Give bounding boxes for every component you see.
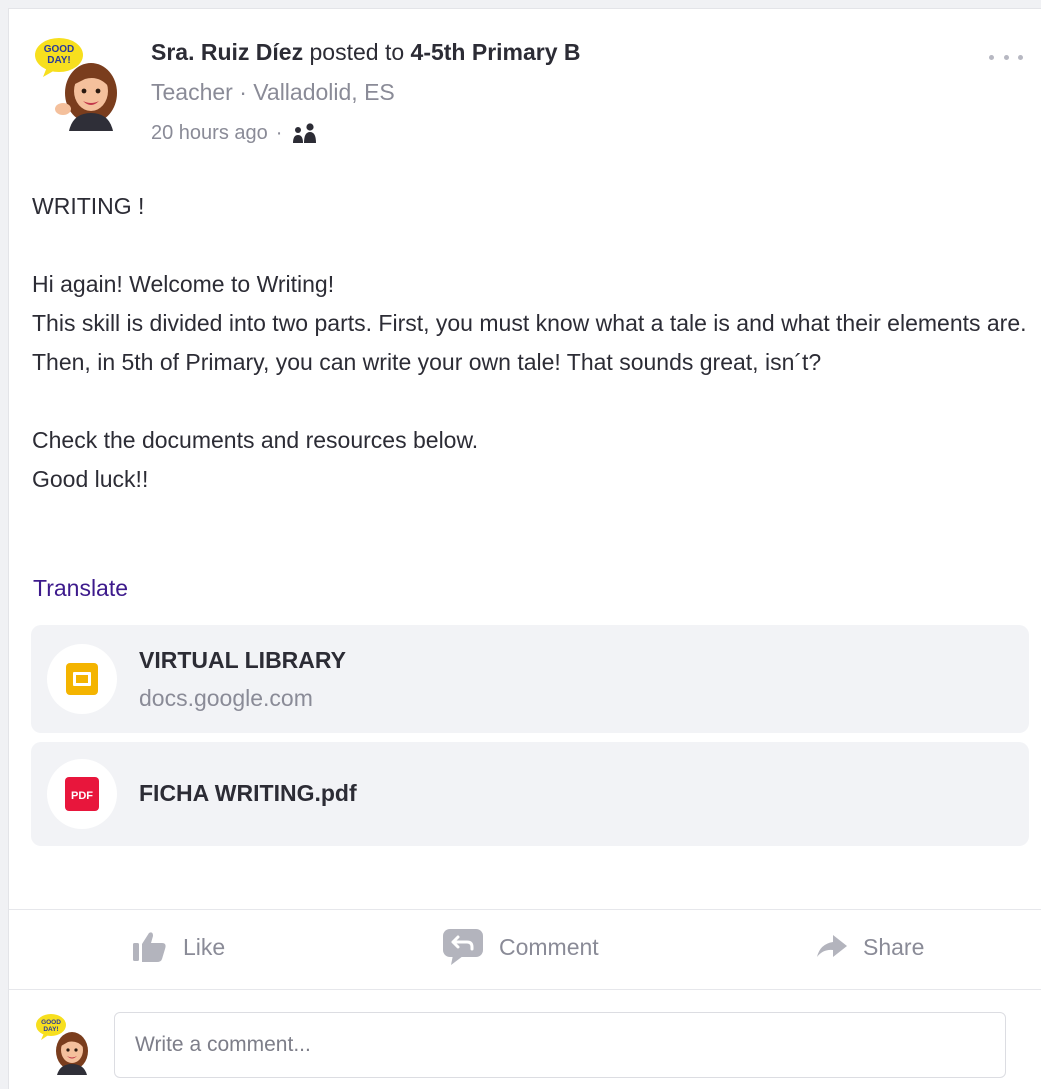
meta-separator: · [275, 121, 283, 144]
thumbs-up-icon [133, 932, 166, 962]
attachment-title: FICHA WRITING.pdf [139, 780, 357, 806]
post-author-line: Sra. Ruiz Díez posted to 4-5th Primary B [151, 39, 581, 66]
author-avatar[interactable]: GOOD DAY! [33, 35, 125, 131]
more-dot-icon [1018, 54, 1023, 60]
more-dot-icon [1003, 54, 1009, 60]
group-audience-icon [293, 123, 317, 143]
group-name[interactable]: 4-5th Primary B [411, 39, 581, 65]
post-actions-bar: Like Comment Share [9, 909, 1041, 989]
attachment-domain: docs.google.com [139, 685, 313, 711]
like-button[interactable]: Like [133, 927, 225, 967]
author-subtitle: Teacher · Valladolid, ES [151, 79, 395, 105]
post-time[interactable]: 20 hours ago [151, 122, 268, 145]
attachment-virtual-library[interactable]: VIRTUAL LIBRARY docs.google.com [31, 625, 1029, 733]
post-body: WRITING ! Hi again! Welcome to Writing! … [32, 193, 1027, 492]
attachment-ficha-writing[interactable]: PDF FICHA WRITING.pdf [31, 742, 1029, 846]
attachment-icon-circle [47, 644, 117, 714]
posted-to-text: posted to [309, 39, 405, 65]
current-user-avatar: GOOD DAY! [36, 1014, 88, 1075]
share-button[interactable]: Share [817, 927, 924, 967]
more-dot-icon [989, 54, 994, 60]
share-arrow-icon [817, 935, 847, 957]
like-label: Like [183, 933, 226, 960]
avatar-badge-text-2: DAY! [47, 55, 71, 66]
small-avatar-badge-text-1: GOOD [41, 1019, 61, 1026]
comment-bubble-icon [443, 929, 483, 965]
attachment-title: VIRTUAL LIBRARY [139, 647, 346, 673]
post-header: GOOD DAY! Sra. Ruiz Díez posted to 4-5th… [9, 9, 1041, 169]
comment-input[interactable] [114, 1012, 1006, 1078]
google-slides-icon [66, 663, 98, 695]
comment-label: Comment [499, 933, 599, 960]
author-name[interactable]: Sra. Ruiz Díez [151, 39, 303, 65]
more-options-button[interactable] [989, 47, 1023, 67]
actions-bottom-divider [9, 989, 1041, 990]
pdf-icon-text: PDF [71, 790, 93, 802]
pdf-icon: PDF [65, 777, 99, 811]
translate-link[interactable]: Translate [33, 575, 128, 602]
share-label: Share [863, 933, 925, 960]
avatar-badge-text-1: GOOD [44, 44, 75, 55]
post-meta: 20 hours ago · [151, 121, 318, 145]
comment-button[interactable]: Comment [443, 927, 599, 967]
attachment-icon-circle: PDF [47, 759, 117, 829]
post-card: GOOD DAY! Sra. Ruiz Díez posted to 4-5th… [8, 8, 1041, 1089]
small-avatar-badge-text-2: DAY! [43, 1026, 58, 1033]
